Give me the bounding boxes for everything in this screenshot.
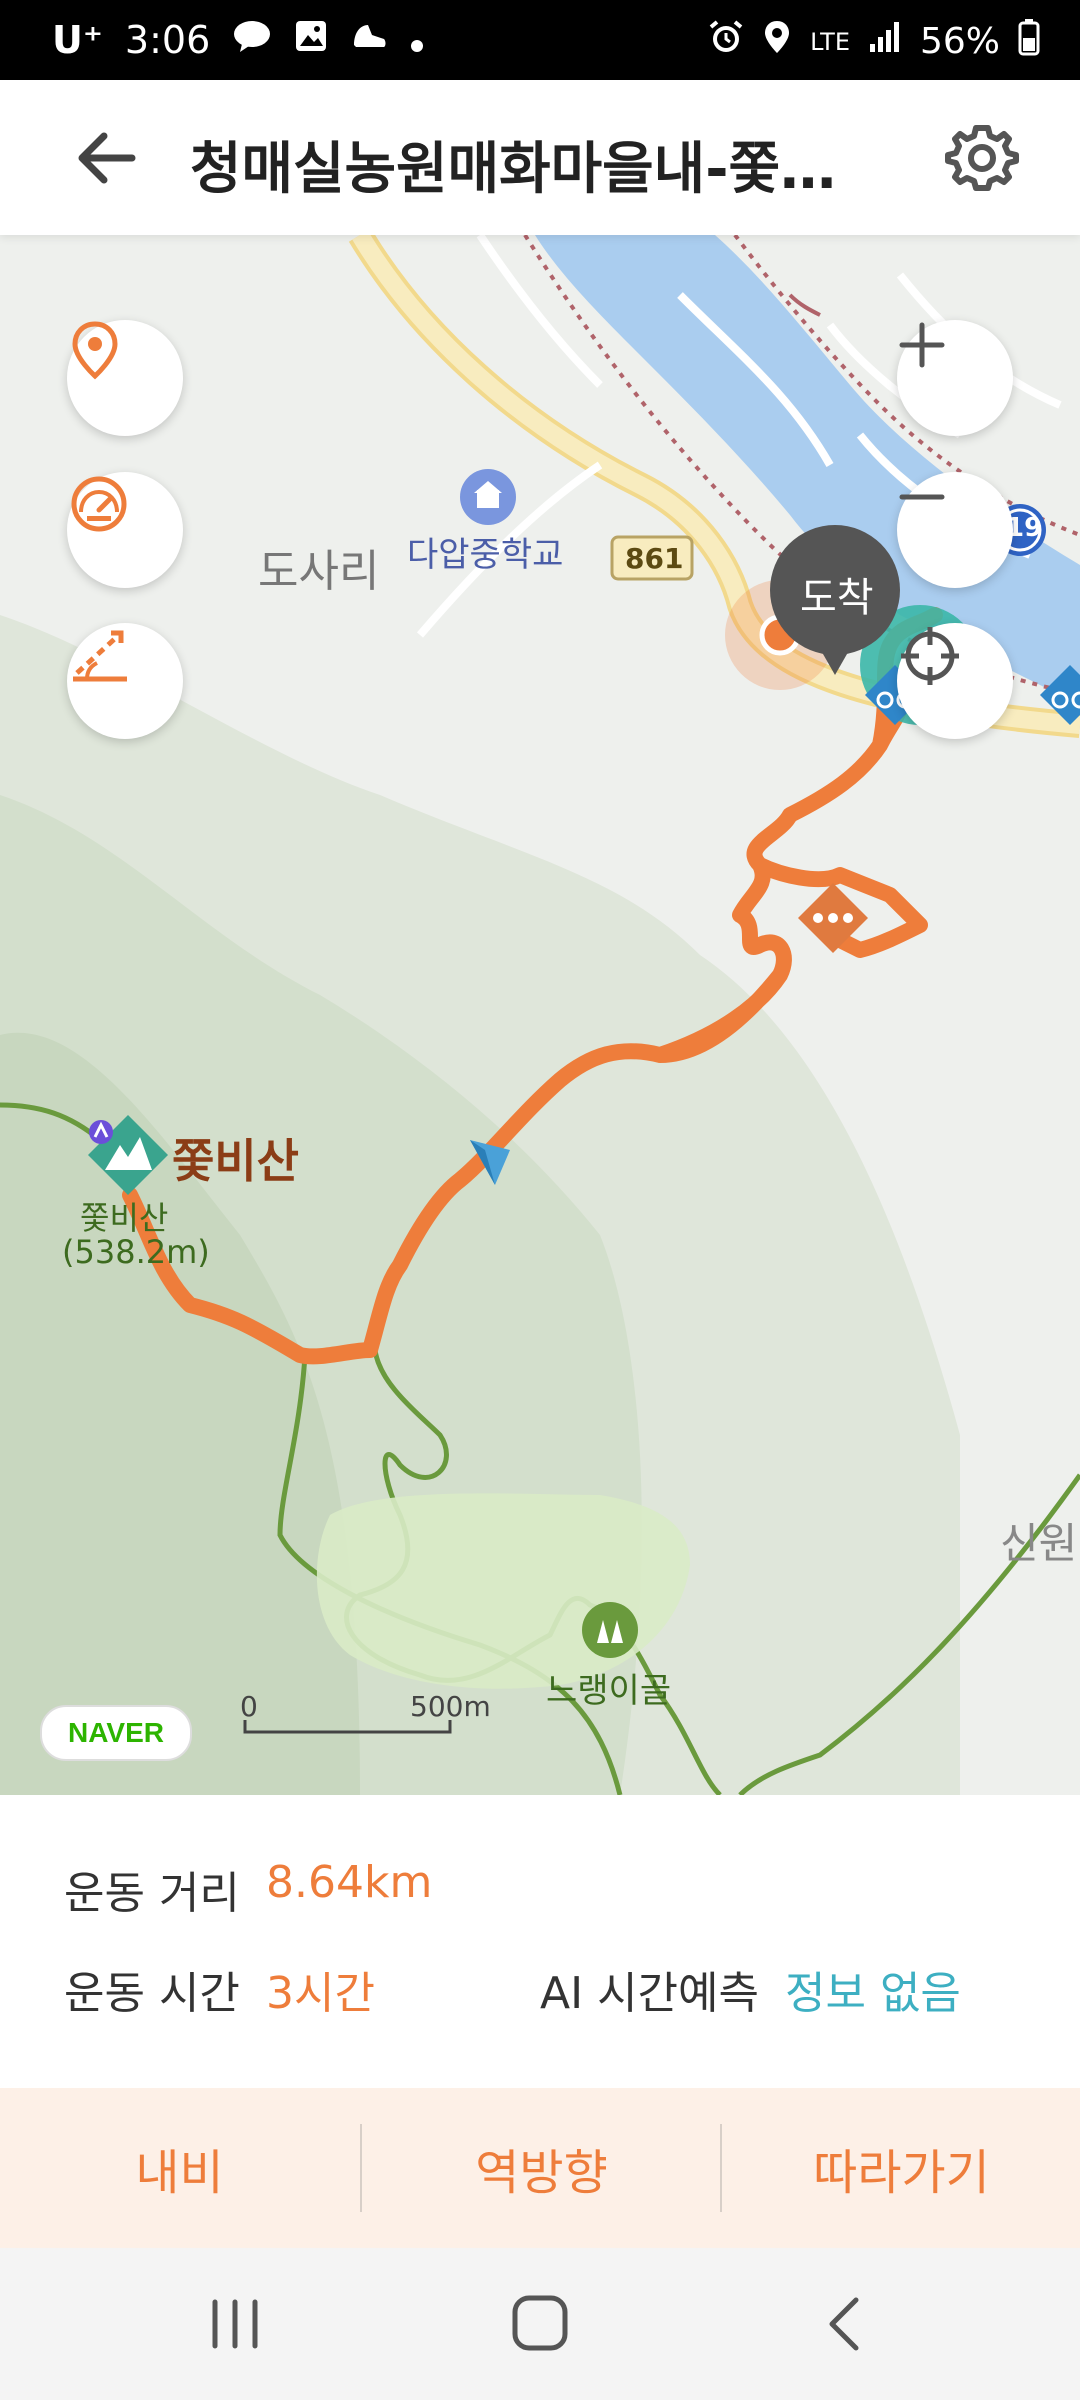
plus-icon: [899, 322, 945, 368]
follow-button[interactable]: 따라가기: [722, 2088, 1080, 2248]
dot-icon: [410, 18, 424, 62]
clock: 3:06: [124, 18, 211, 62]
scale-bar: [243, 1720, 452, 1734]
crosshair-icon: [901, 627, 959, 685]
settings-button[interactable]: [944, 120, 1020, 196]
carrier-label: U⁺: [52, 18, 103, 62]
home-button[interactable]: [495, 2284, 585, 2364]
arrival-marker-label[interactable]: 도착: [800, 565, 874, 623]
page-title: 청매실농원매화마을내-쫓…: [190, 137, 836, 202]
road-number-label: 861: [625, 542, 684, 575]
distance-label: 운동 거리: [64, 1868, 240, 1919]
ai-time-label: AI 시간예측: [540, 1968, 759, 2019]
naver-logo: NAVER: [40, 1705, 192, 1761]
map-view[interactable]: 도사리 다압중학교 861 19 도착 쫓비산 쫓비산 (538.2m) 느랭이…: [0, 235, 1080, 1795]
battery-percent: 56%: [919, 21, 1000, 62]
slope-icon: [73, 630, 127, 682]
ai-time-value: 정보 없음: [785, 1968, 961, 2019]
top-app-bar: 청매실농원매화마을내-쫓…: [0, 80, 1080, 235]
back-chevron-icon: [829, 2297, 859, 2351]
slope-button[interactable]: [67, 623, 183, 739]
action-bar: 내비 역방향 따라가기: [0, 2088, 1080, 2248]
home-icon: [512, 2295, 568, 2351]
reverse-button[interactable]: 역방향: [362, 2088, 721, 2248]
school-label[interactable]: 다압중학교: [407, 527, 563, 576]
valley-label: 느랭이골: [546, 1671, 672, 1711]
zoom-out-button[interactable]: [897, 472, 1013, 588]
location-icon: [762, 19, 792, 64]
shoe-icon: [350, 18, 388, 62]
lte-indicator: LTE: [810, 27, 850, 56]
recents-icon: [212, 2299, 258, 2349]
status-bar: U⁺ 3:06 LTE 56%: [0, 0, 1080, 80]
alarm-icon: [708, 19, 744, 64]
minus-icon: [899, 494, 945, 500]
my-location-button[interactable]: [897, 623, 1013, 739]
gallery-icon: [294, 18, 328, 62]
recents-button[interactable]: [190, 2288, 280, 2360]
edge-place-label: 신원: [1000, 1519, 1078, 1568]
map-pin-icon: [72, 321, 118, 380]
summary-panel: 운동 거리 8.64km 운동 시간 3시간 AI 시간예측 정보 없음: [0, 1795, 1080, 2085]
time-value: 3시간: [266, 1968, 375, 2019]
peak-elevation-label: (538.2m): [62, 1233, 210, 1271]
arrow-left-icon: [78, 132, 136, 184]
kakaotalk-icon: [232, 18, 272, 62]
speedometer-icon: [71, 476, 127, 532]
map-scale: 0 500m: [240, 1690, 491, 1750]
signal-icon: [868, 20, 902, 63]
village-label: 도사리: [258, 546, 380, 597]
gauge-button[interactable]: [67, 472, 183, 588]
peak-name-label[interactable]: 쫓비산: [172, 1125, 299, 1191]
back-button[interactable]: [70, 122, 150, 194]
system-back-button[interactable]: [800, 2288, 890, 2360]
gear-icon: [945, 125, 1019, 191]
navigation-button[interactable]: 내비: [0, 2088, 359, 2248]
time-label: 운동 시간: [64, 1968, 240, 2019]
distance-value: 8.64km: [266, 1857, 433, 1908]
battery-icon: [1018, 18, 1040, 65]
map-canvas: [0, 235, 1080, 1795]
system-nav-bar: [0, 2248, 1080, 2400]
marker-button[interactable]: [67, 320, 183, 436]
zoom-in-button[interactable]: [897, 320, 1013, 436]
